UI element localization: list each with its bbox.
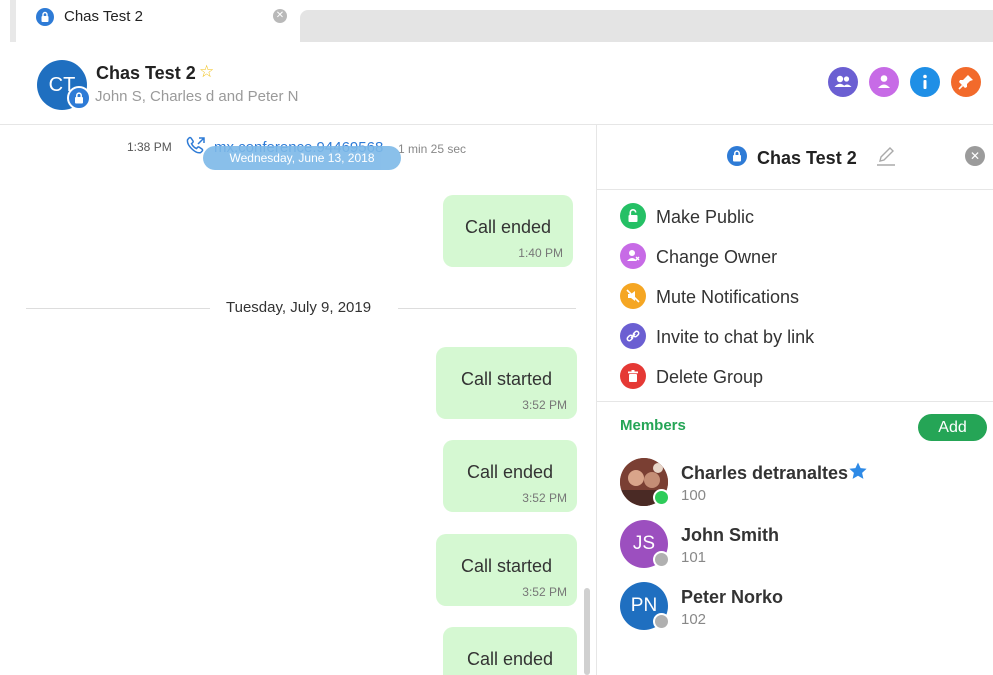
message-bubble[interactable]: Call ended 1:40 PM: [443, 195, 573, 267]
members-heading: Members: [620, 417, 686, 434]
change-owner-button[interactable]: Change Owner: [656, 247, 777, 268]
pane-divider: [596, 125, 597, 675]
panel-title: Chas Test 2: [757, 148, 857, 168]
call-duration: 1 min 25 sec: [398, 142, 467, 156]
delete-group-button[interactable]: Delete Group: [656, 367, 763, 388]
status-dot: [653, 551, 670, 568]
status-dot: [653, 613, 670, 630]
trash-icon: [620, 363, 646, 389]
panel-divider: [597, 189, 993, 190]
tab-bar-empty: [300, 10, 993, 42]
date-separator-line: [398, 308, 576, 309]
call-time: 1:38 PM: [127, 140, 172, 154]
tab-close-icon[interactable]: ✕: [273, 9, 287, 23]
message-time: 3:52 PM: [522, 491, 567, 505]
message-bubble[interactable]: Call started 3:52 PM: [436, 347, 577, 419]
member-extension: 102: [681, 611, 707, 628]
pin-icon[interactable]: [951, 67, 981, 97]
date-separator-line: [26, 308, 210, 309]
lock-icon: [727, 146, 747, 166]
close-icon[interactable]: ✕: [965, 146, 985, 166]
message-time: 3:52 PM: [522, 585, 567, 599]
message-time: 3:52 PM: [522, 398, 567, 412]
floating-date-chip: Wednesday, June 13, 2018: [203, 146, 401, 170]
edit-pencil-icon[interactable]: [874, 144, 898, 173]
message-text: Call ended: [466, 462, 554, 482]
make-public-button[interactable]: Make Public: [656, 207, 754, 228]
member-name[interactable]: John Smith: [681, 525, 779, 546]
message-bubble[interactable]: Call ended 3:52 PM: [443, 440, 577, 512]
panel-divider: [597, 401, 993, 402]
status-dot: [653, 489, 670, 506]
mute-notifications-button[interactable]: Mute Notifications: [656, 287, 799, 308]
info-icon[interactable]: [910, 67, 940, 97]
chat-participants: John S, Charles d and Peter N: [95, 88, 299, 105]
lock-open-icon: [620, 203, 646, 229]
invite-by-link-button[interactable]: Invite to chat by link: [656, 327, 814, 348]
star-icon: [848, 461, 868, 486]
message-bubble[interactable]: Call ended: [443, 627, 577, 675]
chat-title: Chas Test 2: [96, 63, 196, 83]
lock-icon: [36, 8, 54, 26]
message-bubble[interactable]: Call started 3:52 PM: [436, 534, 577, 606]
lock-icon: [67, 86, 91, 110]
add-member-button[interactable]: Add: [918, 414, 987, 441]
message-text: Call started: [460, 556, 553, 576]
tab-title: Chas Test 2: [64, 8, 143, 25]
people-icon[interactable]: [828, 67, 858, 97]
member-name[interactable]: Charles detranaltes: [681, 463, 848, 484]
tab-chas-test-2[interactable]: [16, 0, 298, 42]
message-text: Call ended: [464, 217, 552, 237]
phone-icon[interactable]: [869, 67, 899, 97]
scrollbar[interactable]: [584, 588, 590, 675]
date-separator: Tuesday, July 9, 2019: [226, 299, 372, 316]
owner-icon: [620, 243, 646, 269]
member-name[interactable]: Peter Norko: [681, 587, 783, 608]
favorite-star-icon[interactable]: ☆: [199, 62, 214, 82]
mute-icon: [620, 283, 646, 309]
message-time: 1:40 PM: [518, 246, 563, 260]
link-icon: [620, 323, 646, 349]
member-extension: 100: [681, 487, 707, 504]
member-extension: 101: [681, 549, 707, 566]
message-text: Call ended: [466, 649, 554, 669]
message-text: Call started: [460, 369, 553, 389]
